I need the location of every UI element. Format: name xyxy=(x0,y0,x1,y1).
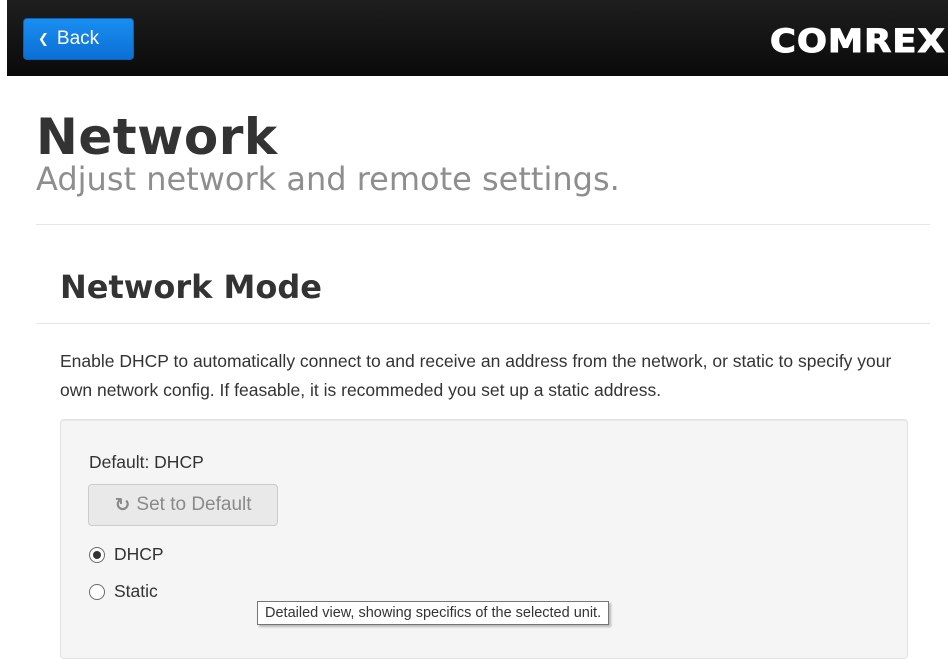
dhcp-radio[interactable] xyxy=(89,546,105,563)
default-value-label: Default: DHCP xyxy=(89,452,204,472)
top-bar: ❮ Back COMREX xyxy=(7,0,948,76)
section-divider xyxy=(36,323,930,324)
set-to-default-label: Set to Default xyxy=(136,494,252,515)
page-title: Network xyxy=(36,108,278,166)
radio-selected-dot xyxy=(93,550,101,559)
radio-option-dhcp[interactable]: DHCP xyxy=(89,544,164,565)
refresh-icon: ↻ xyxy=(114,494,131,516)
static-radio[interactable] xyxy=(89,583,105,600)
back-button-label: Back xyxy=(56,28,100,49)
static-radio-label: Static xyxy=(114,581,158,601)
radio-option-static[interactable]: Static xyxy=(89,581,158,602)
chevron-left-icon: ❮ xyxy=(38,31,49,46)
page-subtitle: Adjust network and remote settings. xyxy=(36,160,620,198)
back-button[interactable]: ❮ Back xyxy=(23,18,134,60)
comrex-logo: COMREX xyxy=(770,22,946,61)
header-divider xyxy=(36,224,930,225)
set-to-default-button[interactable]: ↻ Set to Default xyxy=(88,484,278,526)
section-title: Network Mode xyxy=(60,268,322,306)
section-description: Enable DHCP to automatically connect to … xyxy=(60,351,892,400)
dhcp-radio-label: DHCP xyxy=(114,544,164,564)
tooltip: Detailed view, showing specifics of the … xyxy=(257,601,610,625)
